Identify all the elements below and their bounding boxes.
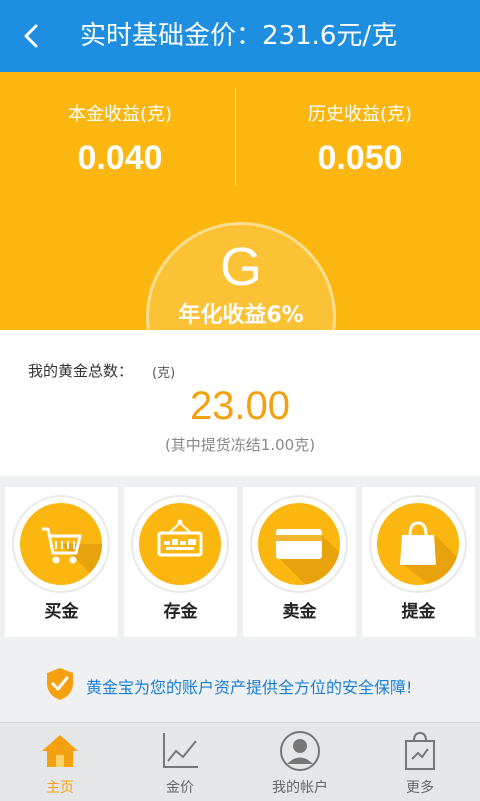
buy-icon-ring [14,497,108,591]
tab-gold-price[interactable]: 金价 [120,723,240,801]
bag-icon [400,521,459,585]
deposit-gold-label: 存金 [163,602,198,622]
tab-more-label: 更多 [406,780,434,796]
tab-home[interactable]: 主页 [0,723,120,801]
top-bar: 实时基础金价：231.6元/克 [0,0,480,72]
more-bag-icon [405,731,435,770]
sell-gold-label: 卖金 [282,602,317,622]
principal-earnings-label: 本金收益(克) [67,104,173,125]
total-gold-label: 我的黄金总数： [28,362,134,380]
buy-gold-button[interactable]: 买金 [5,487,118,637]
history-earnings-label: 历史收益(克) [307,104,413,125]
cart-icon [42,527,102,585]
annual-rate: 年化收益6% [178,303,304,328]
total-gold-panel: 我的黄金总数： (克) 23.00 (其中提货冻结1.00克) [0,330,480,476]
coin-letter: G [219,237,262,297]
buy-gold-label: 买金 [44,602,79,622]
frozen-note: (其中提货冻结1.00克) [164,436,316,454]
tab-more[interactable]: 更多 [360,723,480,801]
earnings-panel: 本金收益(克) 0.040 历史收益(克) 0.050 G 年化收益6% [0,72,480,330]
card-icon [276,529,340,585]
tab-home-label: 主页 [46,780,74,796]
chart-icon [163,733,198,768]
gold-coin-badge: G 年化收益6% [146,222,336,330]
total-gold-value: 23.00 [189,384,291,428]
security-banner: 黄金宝为您的账户资产提供全方位的安全保障! [0,646,480,722]
tab-gold-price-label: 金价 [166,780,194,796]
home-icon [42,735,78,767]
deposit-icon-ring [133,497,227,591]
security-text: 黄金宝为您的账户资产提供全方位的安全保障! [86,678,413,697]
shield-check-icon [47,668,73,700]
deposit-gold-button[interactable]: 存金 [124,487,237,637]
action-grid: 买金 存金 卖金 提金 [5,487,475,637]
total-gold-unit: (克) [152,366,176,381]
chevron-left-icon [24,24,38,48]
page-title: 实时基础金价：231.6元/克 [80,21,398,51]
principal-earnings: 本金收益(克) 0.040 [0,102,240,182]
user-icon [280,731,320,771]
sell-gold-button[interactable]: 卖金 [243,487,356,637]
history-earnings-value: 0.050 [317,139,403,177]
tab-my-account-label: 我的帐户 [272,780,328,796]
withdraw-icon-ring [371,497,465,591]
withdraw-gold-button[interactable]: 提金 [362,487,475,637]
tab-my-account[interactable]: 我的帐户 [240,723,360,801]
withdraw-gold-label: 提金 [401,602,436,622]
principal-earnings-value: 0.040 [77,139,163,177]
deposit-sign-icon [157,519,203,557]
history-earnings: 历史收益(克) 0.050 [240,102,480,182]
earnings-divider [235,88,236,186]
bottom-tab-bar: 主页 金价 我的帐户 更多 [0,722,480,801]
back-button[interactable] [14,18,50,54]
sell-icon-ring [252,497,346,591]
